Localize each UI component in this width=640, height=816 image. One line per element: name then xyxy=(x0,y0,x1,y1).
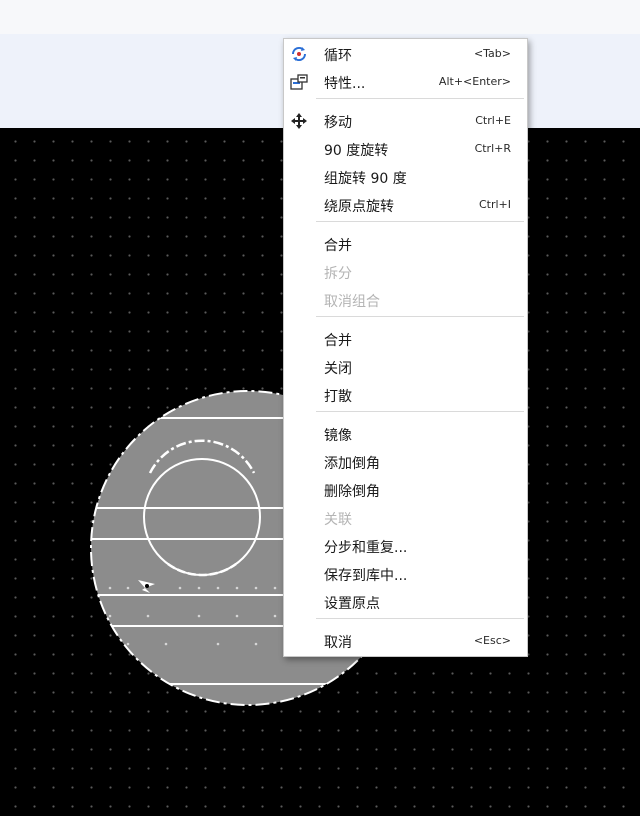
menu-item-label: 特性... xyxy=(324,76,366,92)
menu-item-icon-slot xyxy=(287,356,311,378)
menu-item-label: 循环 xyxy=(324,48,352,64)
context-menu: 循环 <Tab> 特性... Alt+<Enter> 移动 Ctrl+E 90 度旋转 Ctr… xyxy=(283,38,528,657)
menu-item[interactable]: 组旋转 90 度 xyxy=(284,164,527,190)
menu-item-label: 镜像 xyxy=(324,428,352,444)
menu-item-label: 组旋转 90 度 xyxy=(324,171,407,187)
menu-item-shortcut: <Esc> xyxy=(473,634,511,647)
menu-item-label: 合并 xyxy=(324,333,352,349)
menu-item[interactable]: 合并 xyxy=(284,326,527,352)
menu-item-icon-slot xyxy=(287,451,311,473)
menu-item-label: 取消组合 xyxy=(324,294,380,310)
menu-item-shortcut: Ctrl+I xyxy=(478,198,511,211)
menu-item-label: 添加倒角 xyxy=(324,456,380,472)
menu-item-label: 设置原点 xyxy=(324,596,380,612)
menu-item-icon-slot xyxy=(287,423,311,445)
menu-item[interactable]: 打散 xyxy=(284,382,527,408)
menu-item[interactable]: 循环 <Tab> xyxy=(284,41,527,67)
menu-item: 拆分 xyxy=(284,259,527,285)
menu-item-icon-slot xyxy=(287,233,311,255)
menu-item: 关联 xyxy=(284,505,527,531)
menu-item-label: 移动 xyxy=(324,115,352,131)
properties-icon xyxy=(287,71,311,93)
cycle-icon xyxy=(287,43,311,65)
window-top-bar xyxy=(0,0,640,34)
menu-item[interactable]: 设置原点 xyxy=(284,589,527,615)
menu-item-label: 打散 xyxy=(324,389,352,405)
menu-item-icon-slot xyxy=(287,507,311,529)
menu-item-icon-slot xyxy=(287,261,311,283)
menu-separator xyxy=(316,411,524,412)
menu-separator xyxy=(316,618,524,619)
menu-item-icon-slot xyxy=(287,194,311,216)
menu-item-icon-slot xyxy=(287,479,311,501)
menu-item-icon-slot xyxy=(287,138,311,160)
menu-item-label: 合并 xyxy=(324,238,352,254)
menu-item-icon-slot xyxy=(287,563,311,585)
menu-item-label: 取消 xyxy=(324,635,352,651)
menu-item-icon-slot xyxy=(287,289,311,311)
menu-item-label: 删除倒角 xyxy=(324,484,380,500)
menu-item-shortcut: Ctrl+R xyxy=(474,142,511,155)
menu-item-icon-slot xyxy=(287,166,311,188)
menu-item[interactable]: 保存到库中... xyxy=(284,561,527,587)
menu-item-label: 保存到库中... xyxy=(324,568,408,584)
menu-item[interactable]: 分步和重复... xyxy=(284,533,527,559)
menu-item-label: 90 度旋转 xyxy=(324,143,389,159)
menu-item[interactable]: 添加倒角 xyxy=(284,449,527,475)
menu-item-icon-slot xyxy=(287,384,311,406)
menu-item-icon-slot xyxy=(287,630,311,652)
menu-item[interactable]: 绕原点旋转 Ctrl+I xyxy=(284,192,527,218)
menu-item[interactable]: 镜像 xyxy=(284,421,527,447)
menu-item-label: 分步和重复... xyxy=(324,540,408,556)
menu-item-label: 关联 xyxy=(324,512,352,528)
menu-item[interactable]: 移动 Ctrl+E xyxy=(284,108,527,134)
menu-item: 取消组合 xyxy=(284,287,527,313)
menu-item[interactable]: 关闭 xyxy=(284,354,527,380)
menu-item-icon-slot xyxy=(287,591,311,613)
menu-separator xyxy=(316,316,524,317)
menu-item[interactable]: 特性... Alt+<Enter> xyxy=(284,69,527,95)
menu-separator xyxy=(316,221,524,222)
menu-item-label: 关闭 xyxy=(324,361,352,377)
menu-item[interactable]: 90 度旋转 Ctrl+R xyxy=(284,136,527,162)
menu-separator xyxy=(316,98,524,99)
menu-item-icon-slot xyxy=(287,328,311,350)
menu-item-icon-slot xyxy=(287,535,311,557)
menu-item[interactable]: 取消 <Esc> xyxy=(284,628,527,654)
menu-item[interactable]: 删除倒角 xyxy=(284,477,527,503)
menu-item-label: 拆分 xyxy=(324,266,352,282)
move-icon xyxy=(287,110,311,132)
menu-item-shortcut: Ctrl+E xyxy=(475,114,511,127)
menu-item-label: 绕原点旋转 xyxy=(324,199,394,215)
menu-item-shortcut: Alt+<Enter> xyxy=(438,75,511,88)
menu-item-shortcut: <Tab> xyxy=(473,47,511,60)
menu-item[interactable]: 合并 xyxy=(284,231,527,257)
